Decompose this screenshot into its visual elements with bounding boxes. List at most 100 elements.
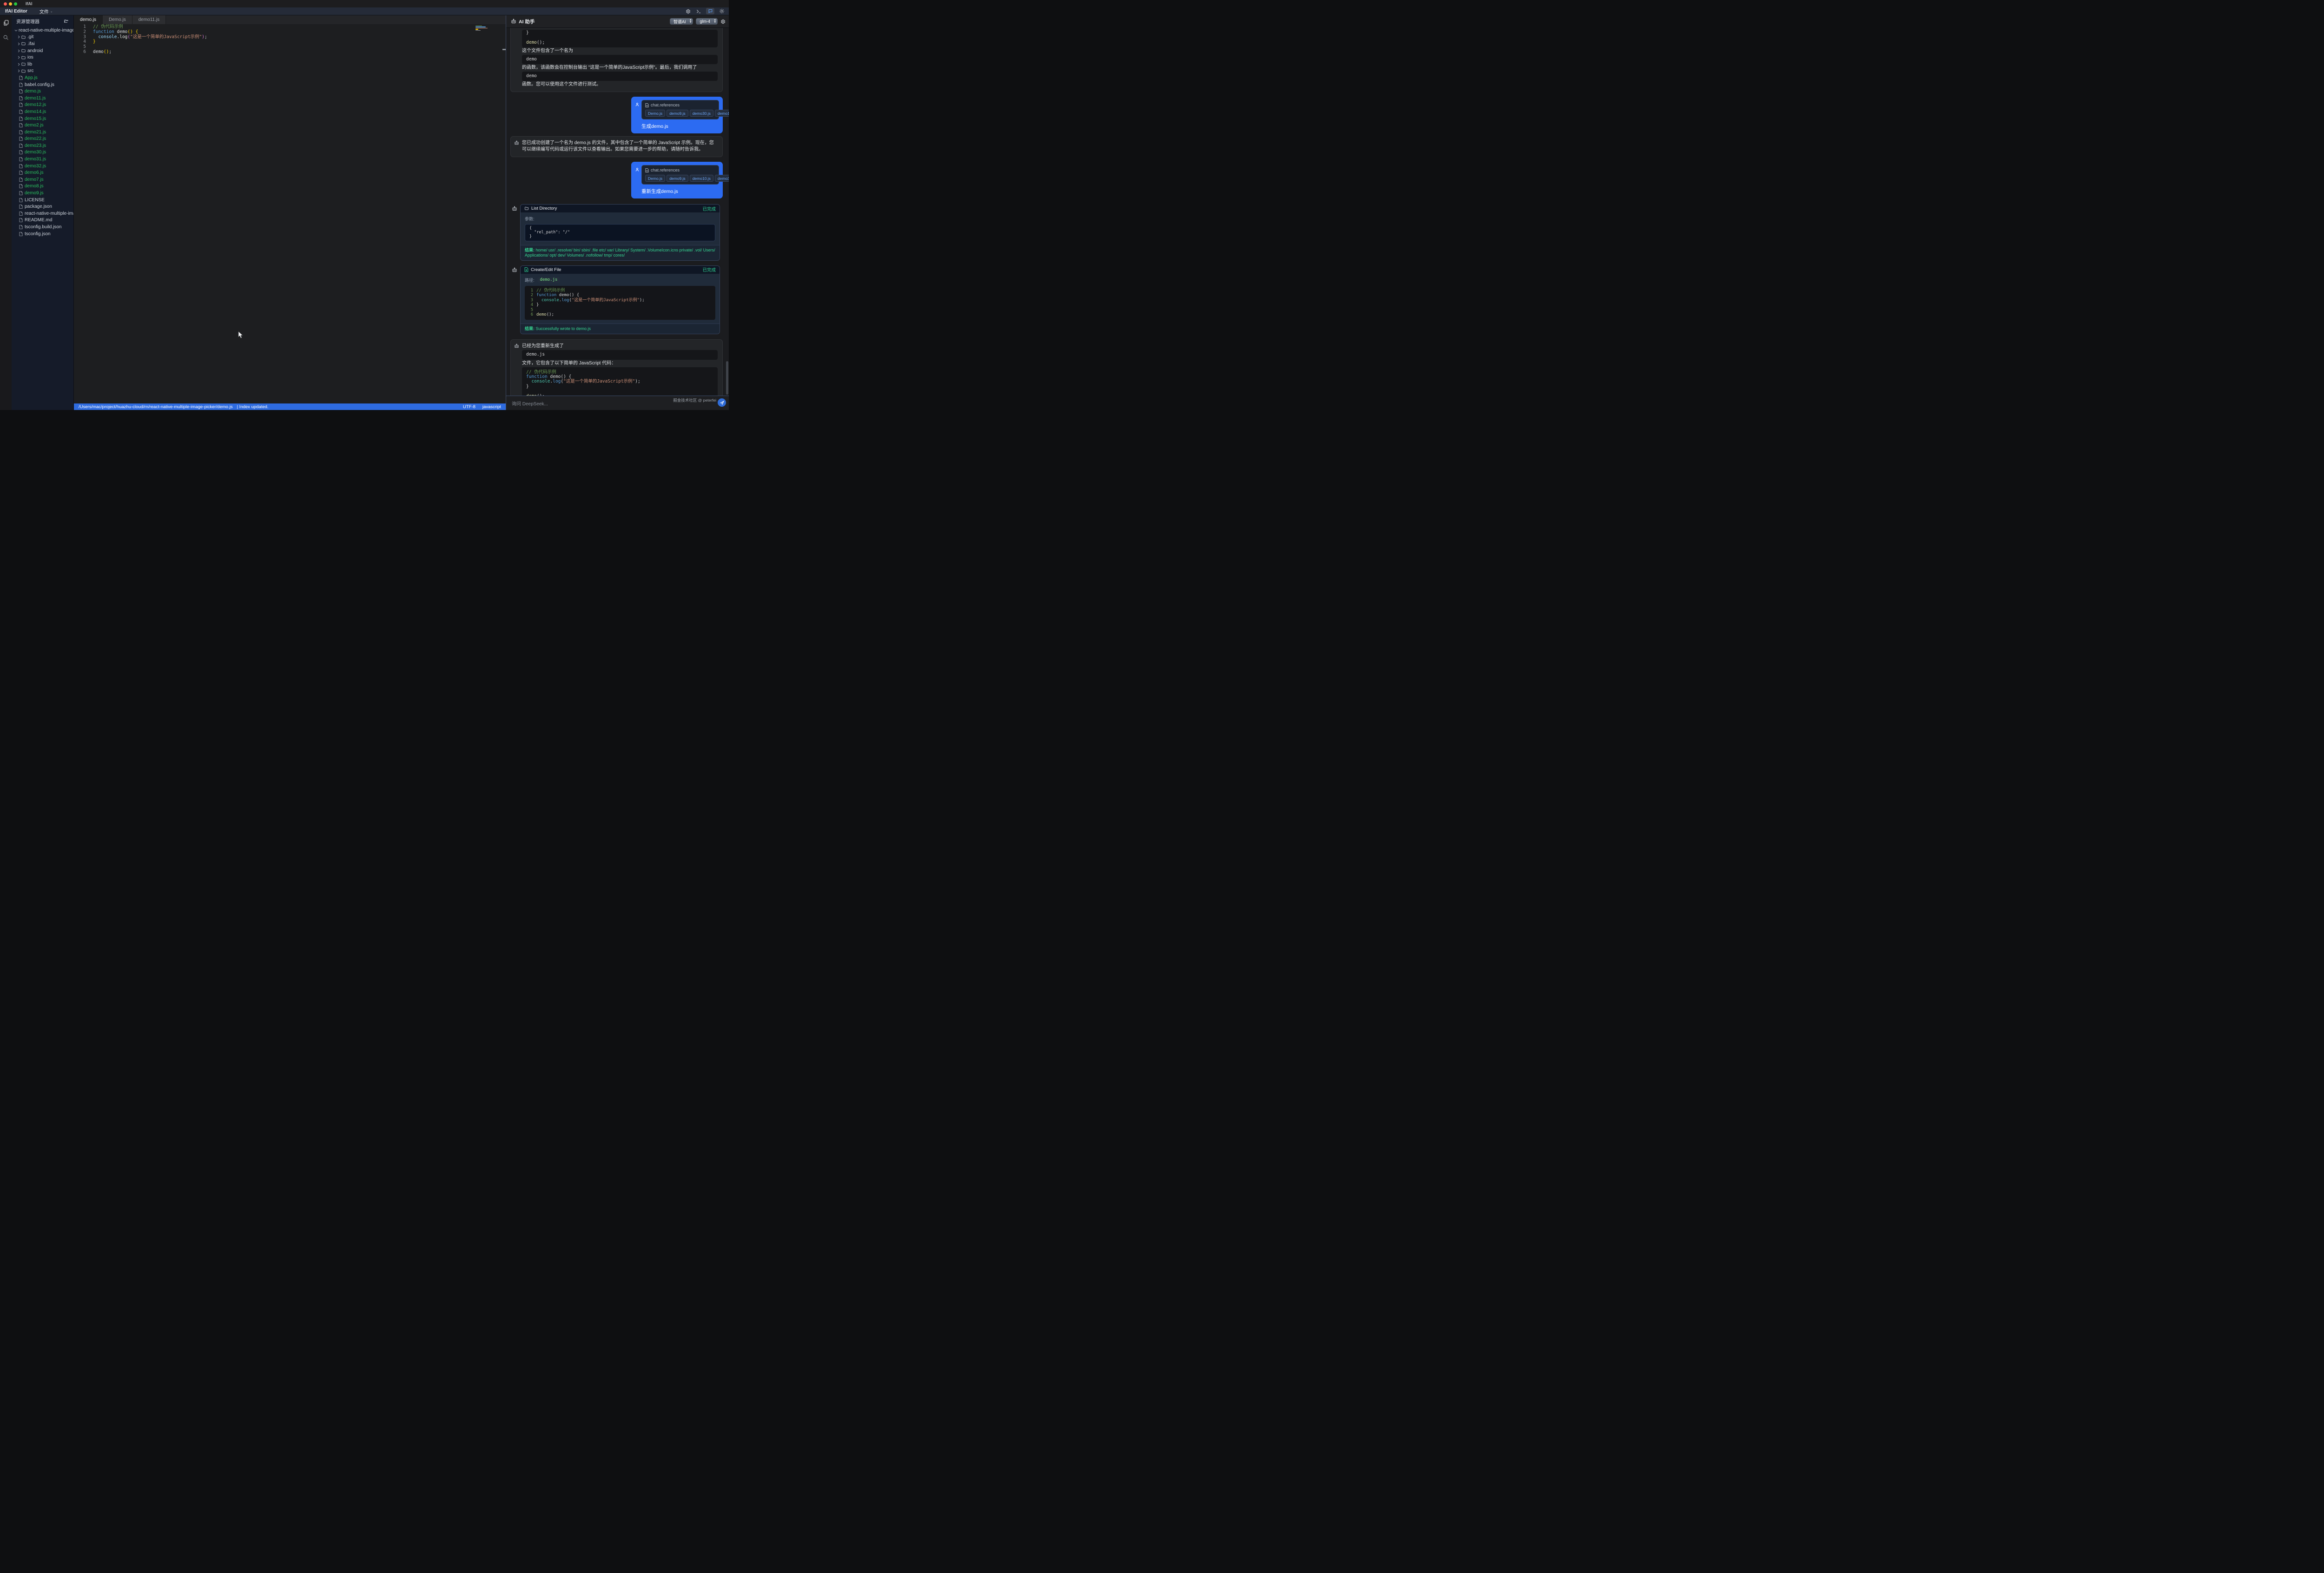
tree-item-label: LICENSE <box>25 198 45 203</box>
tree-item-demo23.js[interactable]: demo23.js <box>12 142 73 149</box>
tree-item-demo32.js[interactable]: demo32.js <box>12 163 73 170</box>
tab-demo-js[interactable]: demo.js <box>74 15 103 24</box>
file-plus-icon <box>524 267 528 272</box>
code-line: 2function demo() { <box>525 293 712 297</box>
code-line <box>526 389 713 394</box>
tree-item-demo12.js[interactable]: demo12.js <box>12 102 73 109</box>
code-line: 4} <box>74 40 506 45</box>
tree-item-README.md[interactable]: README.md <box>12 217 73 224</box>
params-block: { "rel_path": "/"} <box>525 224 715 241</box>
robot-icon <box>512 267 517 334</box>
result-text: home/ usr/ .resolve/ bin/ sbin/ .file et… <box>525 248 715 258</box>
tree-item-demo30.js[interactable]: demo30.js <box>12 149 73 156</box>
chat-scrollbar-thumb[interactable] <box>726 361 728 395</box>
reference-chip-Demo.js[interactable]: Demo.js <box>645 175 665 182</box>
zoom-window-button[interactable] <box>14 2 17 6</box>
tree-item-App.js[interactable]: App.js <box>12 74 73 81</box>
tree-item-demo11.js[interactable]: demo11.js <box>12 95 73 102</box>
chat-messages: } demo(); 这个文件包含了一个名为 demo 的函数，该函数会在控制台输… <box>506 28 729 396</box>
tab-demo11-js[interactable]: demo11.js <box>132 15 166 24</box>
tree-item-demo31.js[interactable]: demo31.js <box>12 156 73 163</box>
tree-item-demo8.js[interactable]: demo8.js <box>12 183 73 190</box>
ai-settings-icon[interactable] <box>720 19 726 24</box>
references-title: chat.references <box>651 103 680 107</box>
tree-item-tsconfig.json[interactable]: tsconfig.json <box>12 231 73 238</box>
model-select[interactable]: glm-4 ▲▼ <box>696 18 718 25</box>
code-block: // 伪代码示例function demo() { console.log("这… <box>522 367 718 396</box>
tree-item-react-native-multiple-image-pic...[interactable]: react-native-multiple-image-pic... <box>12 27 73 34</box>
panel-resize-handle[interactable] <box>502 49 506 50</box>
tree-item-demo14.js[interactable]: demo14.js <box>12 108 73 115</box>
send-button[interactable] <box>718 398 726 407</box>
tool-message: Create/Edit File 已完成 路径: demo.js 1// 伪代码… <box>510 265 723 334</box>
file-menu[interactable]: 文件 ⌄ <box>40 8 53 15</box>
user-message: chat.references Demo.jsdemo9.jsdemo30.js… <box>631 97 723 133</box>
reference-chip-demo9.js[interactable]: demo9.js <box>667 110 688 117</box>
chat-input[interactable] <box>511 400 652 408</box>
code-token: "这是一个简单的JavaScript示例" <box>130 34 202 40</box>
settings-icon[interactable] <box>685 8 691 14</box>
code-editor[interactable]: 1// 伪代码示例2function demo() {3 console.log… <box>74 24 506 410</box>
code-token: "这是一个简单的JavaScript示例" <box>572 298 640 303</box>
close-window-button[interactable] <box>4 2 7 6</box>
tree-item-demo.js[interactable]: demo.js <box>12 88 73 95</box>
tree-item-demo7.js[interactable]: demo7.js <box>12 176 73 183</box>
tree-item-demo6.js[interactable]: demo6.js <box>12 169 73 176</box>
status-encoding[interactable]: UTF-8 <box>463 404 475 410</box>
code-line: 1// 伪代码示例 <box>74 25 506 30</box>
chevron-down-icon: ⌄ <box>50 10 53 13</box>
minimap[interactable] <box>475 26 489 31</box>
reference-chip-demo9.js[interactable]: demo9.js <box>667 175 688 182</box>
search-icon[interactable] <box>3 34 9 43</box>
tree-item-demo2.js[interactable]: demo2.js <box>12 122 73 129</box>
code-token: (); <box>537 40 545 45</box>
code-token: log <box>119 34 127 40</box>
tree-item-react-native-multiple-image-p...[interactable]: react-native-multiple-image-p... <box>12 210 73 217</box>
tree-item-label: android <box>27 48 43 53</box>
theme-brightness-icon[interactable] <box>719 8 725 14</box>
tree-item-babel.config.js[interactable]: babel.config.js <box>12 81 73 88</box>
tree-item-demo21.js[interactable]: demo21.js <box>12 129 73 136</box>
code-token: function <box>93 29 114 34</box>
line-number: 6 <box>74 50 90 55</box>
minimize-window-button[interactable] <box>9 2 12 6</box>
terminal-icon[interactable] <box>695 8 702 14</box>
tree-item-demo9.js[interactable]: demo9.js <box>12 190 73 197</box>
tree-item-label: src <box>27 68 33 73</box>
code-token: log <box>553 379 561 384</box>
path-chip[interactable]: demo.js <box>537 277 561 283</box>
reference-chip-demo10.js[interactable]: demo10.js <box>690 175 713 182</box>
tree-item-package.json[interactable]: package.json <box>12 203 73 210</box>
tree-item-demo22.js[interactable]: demo22.js <box>12 136 73 143</box>
tool-name: Create/Edit File <box>531 267 561 272</box>
tree-item-.git[interactable]: .git <box>12 34 73 41</box>
editor-area: demo.js Demo.js demo11.js 1// 伪代码示例2func… <box>74 15 506 410</box>
tree-item-label: demo30.js <box>25 150 46 155</box>
tree-item-LICENSE[interactable]: LICENSE <box>12 197 73 204</box>
reference-chips: Demo.jsdemo9.jsdemo30.jsdemo10.js <box>645 110 715 117</box>
reference-chip-Demo.js[interactable]: Demo.js <box>645 110 665 117</box>
tree-item-label: demo6.js <box>25 170 44 175</box>
reference-chip-demo30.js[interactable]: demo30.js <box>715 175 729 182</box>
chat-panel-icon[interactable] <box>706 8 714 14</box>
tree-item-label: demo14.js <box>25 109 46 114</box>
status-language[interactable]: javascript <box>482 404 501 410</box>
tab-Demo-js[interactable]: Demo.js <box>103 15 132 24</box>
tool-result: 结果: home/ usr/ .resolve/ bin/ sbin/ .fil… <box>521 245 720 260</box>
code-token: ; <box>205 34 207 40</box>
explorer-icon[interactable] <box>3 20 9 28</box>
open-folder-icon[interactable] <box>64 19 69 24</box>
tree-item-.ifai[interactable]: .ifai <box>12 40 73 47</box>
reference-chip-demo10.js[interactable]: demo10.js <box>715 110 729 117</box>
provider-select[interactable]: 智谱AI ▲▼ <box>670 18 693 25</box>
tree-item-android[interactable]: android <box>12 47 73 54</box>
chat-references-card: chat.references Demo.jsdemo9.jsdemo30.js… <box>641 100 719 119</box>
tree-item-tsconfig.build.json[interactable]: tsconfig.build.json <box>12 224 73 231</box>
reference-chip-demo30.js[interactable]: demo30.js <box>690 110 713 117</box>
tree-item-demo15.js[interactable]: demo15.js <box>12 115 73 122</box>
tree-item-src[interactable]: src <box>12 68 73 75</box>
tree-item-lib[interactable]: lib <box>12 61 73 68</box>
code-token: } <box>529 234 532 239</box>
tree-item-ios[interactable]: ios <box>12 54 73 61</box>
tree-item-label: demo11.js <box>25 96 46 101</box>
